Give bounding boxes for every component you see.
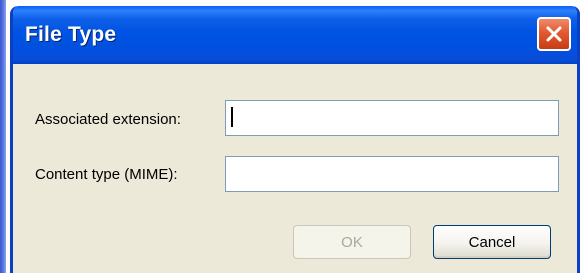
screen: File Type Associated extension: Content … [0,0,582,273]
ok-button[interactable]: OK [293,225,411,259]
close-button[interactable] [537,17,571,51]
text-caret [231,107,233,127]
mime-label: Content type (MIME): [35,166,178,183]
cancel-button[interactable]: Cancel [433,225,551,259]
title-bar[interactable]: File Type [13,6,577,64]
file-type-dialog: File Type Associated extension: Content … [10,6,580,273]
close-icon [546,26,562,42]
extension-input[interactable] [225,100,559,136]
mime-input[interactable] [225,156,559,192]
dialog-body: Associated extension: Content type (MIME… [13,64,577,273]
background-window-edge [0,0,6,273]
extension-label: Associated extension: [35,111,181,128]
dialog-title: File Type [25,23,117,46]
